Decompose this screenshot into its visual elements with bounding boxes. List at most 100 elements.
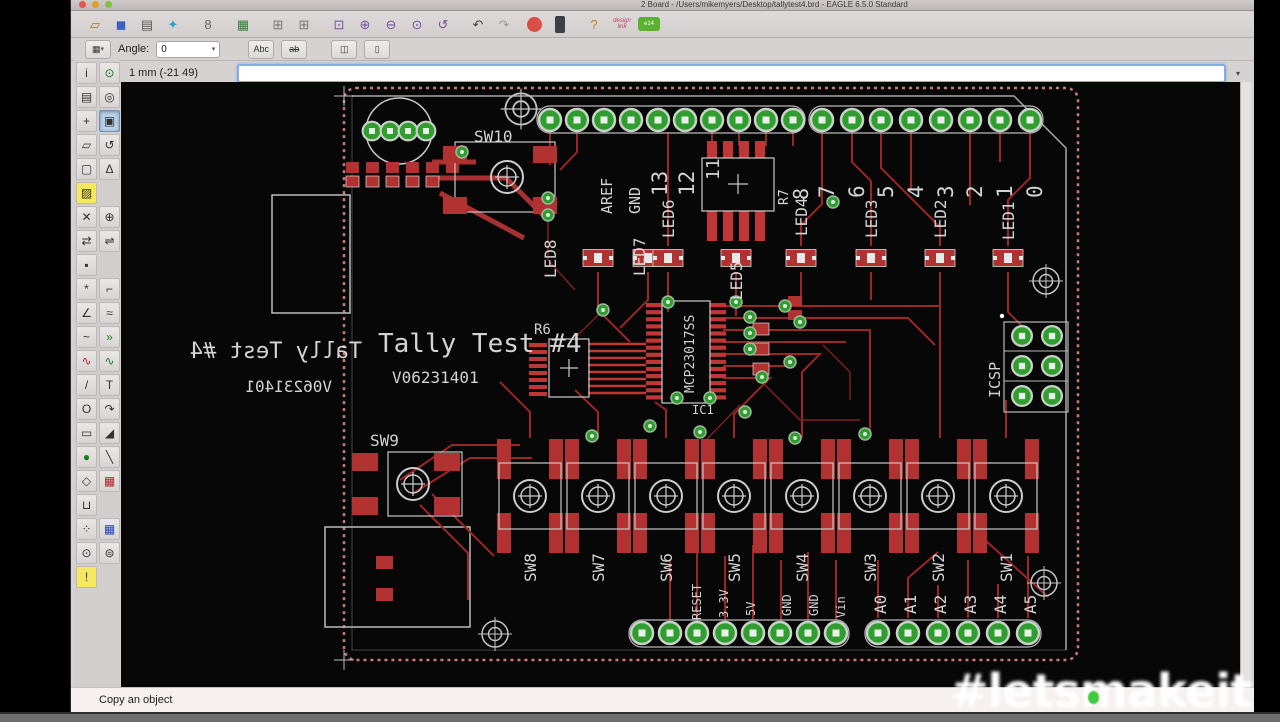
close-button[interactable] (79, 1, 86, 8)
toolbar1: ▱◼▤✦ 8 ▦ ⊞⊞ ⊡⊕⊖⊙↺ ↶↷?design linke14 (71, 11, 1254, 38)
via-tool[interactable]: ● (76, 446, 97, 468)
open-icon[interactable]: ▱ (83, 14, 107, 35)
label-ic1: IC1 (692, 403, 714, 417)
change-tool[interactable]: Δ (99, 158, 120, 180)
module-icon[interactable]: 8 (196, 14, 220, 35)
run-icon[interactable] (555, 16, 565, 33)
split-tool[interactable]: ∠ (76, 302, 97, 324)
pin-label-5: 5 (874, 185, 898, 198)
pad-array-tool[interactable]: ▦ (99, 470, 120, 492)
command-line-input[interactable] (237, 64, 1226, 83)
icsp-header (1000, 314, 1068, 412)
copy-tool[interactable]: ▣ (99, 110, 120, 132)
zoom-redraw-icon[interactable]: ↺ (431, 14, 455, 35)
use-part-icon[interactable]: ⊞ (292, 14, 316, 35)
abc-button[interactable]: Abc (248, 40, 274, 59)
signal-tool[interactable]: ╲ (99, 446, 120, 468)
scrollbar[interactable] (1240, 82, 1251, 688)
zoom-window-button[interactable] (105, 1, 112, 8)
group-tool[interactable]: ▢ (76, 158, 97, 180)
circle-tool[interactable]: O (76, 398, 97, 420)
meander-tool[interactable]: ~ (76, 326, 97, 348)
optimize-tool[interactable]: ≈ (99, 302, 120, 324)
label-led2: LED2 (931, 199, 950, 238)
board-version: V06231401 (392, 368, 479, 387)
ripup-tool[interactable]: ∿ (76, 350, 97, 372)
zoom-select-icon[interactable]: ⊙ (405, 14, 429, 35)
polygon-tool[interactable]: ◢ (99, 422, 120, 444)
label-gnd2: GND (807, 594, 821, 616)
errors-tool[interactable]: ! (76, 566, 97, 588)
pin-label-6: 6 (845, 185, 869, 198)
label-vin: Vin (834, 596, 848, 618)
lock-tool[interactable]: ▪ (76, 254, 97, 276)
rotate-tool[interactable]: ↺ (99, 134, 120, 156)
label-led5: LED5 (727, 261, 746, 300)
display-tool[interactable]: ▤ (76, 86, 97, 108)
route-tool[interactable]: » (99, 326, 120, 348)
design-link-icon[interactable]: design link (608, 14, 636, 35)
label-sw10: SW10 (474, 127, 513, 146)
command-history-dropdown-icon[interactable]: ▾ (1236, 69, 1240, 78)
bottom-layer-button[interactable]: ▯ (364, 40, 390, 59)
hole-tool[interactable]: ◇ (76, 470, 97, 492)
mark-tool[interactable]: ◎ (99, 86, 120, 108)
library-icon[interactable]: ▦ (231, 14, 255, 35)
label-a3: A3 (961, 595, 980, 614)
program-header (363, 98, 436, 164)
toolbar2: ▦ ▾ Angle: 0 ▾ Abc ab ◫ ▯ (71, 38, 1254, 61)
arc-tool[interactable]: ↷ (99, 398, 120, 420)
ratsnest-tool[interactable]: ⁘ (76, 518, 97, 540)
drc-tool[interactable]: ⊙ (76, 542, 97, 564)
move-tool[interactable]: + (76, 110, 97, 132)
text-tool[interactable]: T (99, 374, 120, 396)
ic-mcp23017 (646, 296, 802, 403)
use-group-icon[interactable]: ⊞ (266, 14, 290, 35)
grid-button[interactable]: ▦ ▾ (85, 40, 111, 59)
angle-value: 0 (161, 44, 167, 55)
zoom-in-icon[interactable]: ⊕ (353, 14, 377, 35)
miter-tool[interactable]: ⌐ (99, 278, 120, 300)
delete-tool[interactable]: ✕ (76, 206, 97, 228)
element14-icon[interactable]: e14 (638, 17, 660, 31)
label-led3: LED3 (862, 199, 881, 238)
cam-processor-icon[interactable]: ✦ (161, 14, 185, 35)
top-layer-button[interactable]: ◫ (331, 40, 357, 59)
show-tool[interactable]: ⊙ (99, 62, 120, 84)
save-icon[interactable]: ◼ (109, 14, 133, 35)
pin-label-1: 1 (993, 185, 1017, 198)
label-a2: A2 (931, 595, 950, 614)
erc-tool[interactable]: ⊜ (99, 542, 120, 564)
pinswap-tool[interactable]: ⇄ (76, 230, 97, 252)
print-icon[interactable]: ▤ (135, 14, 159, 35)
minimize-button[interactable] (92, 1, 99, 8)
restrict-tool[interactable]: ⊔ (76, 494, 97, 516)
zoom-fit-icon[interactable]: ⊡ (327, 14, 351, 35)
replace-tool[interactable]: ⇌ (99, 230, 120, 252)
zoom-out-icon[interactable]: ⊖ (379, 14, 403, 35)
pcb-canvas[interactable]: Tally Test #4 V06231401 Tally Test #4 V0… (120, 82, 1240, 688)
smash-tool[interactable]: * (76, 278, 97, 300)
undo-icon[interactable]: ↶ (466, 14, 490, 35)
label-led1: LED1 (999, 201, 1018, 240)
angle-select[interactable]: 0 ▾ (156, 41, 220, 58)
pin-label-12: 12 (675, 171, 699, 196)
wire-tool[interactable]: ∿ (99, 350, 120, 372)
help-icon[interactable]: ? (582, 14, 606, 35)
redo-icon[interactable]: ↷ (492, 14, 516, 35)
mirror-text-icon: ab (289, 44, 299, 54)
autorouter-tool[interactable]: ▦ (99, 518, 120, 540)
cut-tool[interactable]: ▨ (76, 182, 97, 204)
add-tool[interactable]: ⊕ (99, 206, 120, 228)
label-sw2: SW2 (929, 553, 948, 582)
mirror-text-button[interactable]: ab (281, 40, 307, 59)
board-version-mirrored: V06231401 (245, 377, 332, 396)
line-tool[interactable]: / (76, 374, 97, 396)
usb-connector (272, 195, 350, 313)
stop-icon[interactable] (527, 17, 542, 32)
mirror-tool[interactable]: ▱ (76, 134, 97, 156)
pin-label-aref: AREF (598, 178, 616, 214)
status-message: Copy an object (99, 694, 172, 706)
rect-tool[interactable]: ▭ (76, 422, 97, 444)
info-tool[interactable]: i (76, 62, 97, 84)
